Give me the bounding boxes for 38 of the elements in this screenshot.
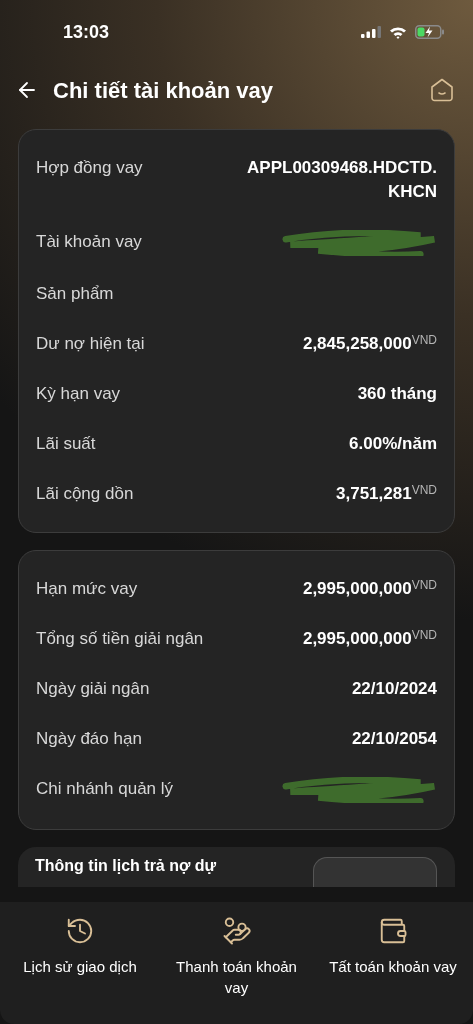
field-label: Hạn mức vay [36,578,138,600]
field-label: Chi nhánh quản lý [36,778,174,800]
signal-icon [361,26,381,38]
amount-value: 2,845,258,000 [302,333,412,355]
field-value: 22/10/2054 [351,728,437,750]
action-button[interactable]: Thanh toán khoản vay [162,916,311,998]
amount-value: 2,995,000,000 [302,628,412,650]
clock-history-icon [65,916,95,946]
field-label: Tổng số tiền giải ngân [36,628,204,650]
field-value: APPL00309468.HDCTD.KHCN [246,157,437,203]
action-button[interactable]: Lịch sử giao dịch [6,916,154,977]
currency-unit: VND [411,577,437,592]
currency-unit: VND [411,627,437,642]
currency-unit: VND [411,482,437,497]
page-title: Chi tiết tài khoản vay [53,76,274,105]
currency-unit: VND [411,332,437,347]
field-label: Sản phẩm [36,283,114,305]
field-label: Hợp đồng vay [36,157,143,179]
status-time: 13:03 [63,20,110,44]
field-value: 22/10/2024 [351,678,437,700]
field-value: 6.00%/năm [349,433,437,455]
field-label: Ngày đáo hạn [36,728,142,750]
wifi-icon [389,25,407,39]
field-value: 360 tháng [357,383,437,405]
card-title: Thông tin lịch trả nợ dự [35,857,217,875]
field-label: Kỳ hạn vay [36,383,121,405]
field-label: Dư nợ hiện tại [36,333,145,355]
amount-value: 3,751,281 [336,483,412,505]
action-button[interactable]: Tất toán khoản vay [319,916,467,977]
home-icon [429,77,455,103]
amount-value: 2,995,000,000 [302,578,412,600]
field-label: Lãi suất [36,433,96,455]
field-label: Ngày giải ngân [36,678,150,700]
hand-coins-icon [221,916,252,946]
field-label: Lãi cộng dồn [36,483,134,505]
battery-charging-icon [415,25,445,39]
field-label: Tài khoản vay [36,231,142,253]
wallet-icon [378,916,408,946]
